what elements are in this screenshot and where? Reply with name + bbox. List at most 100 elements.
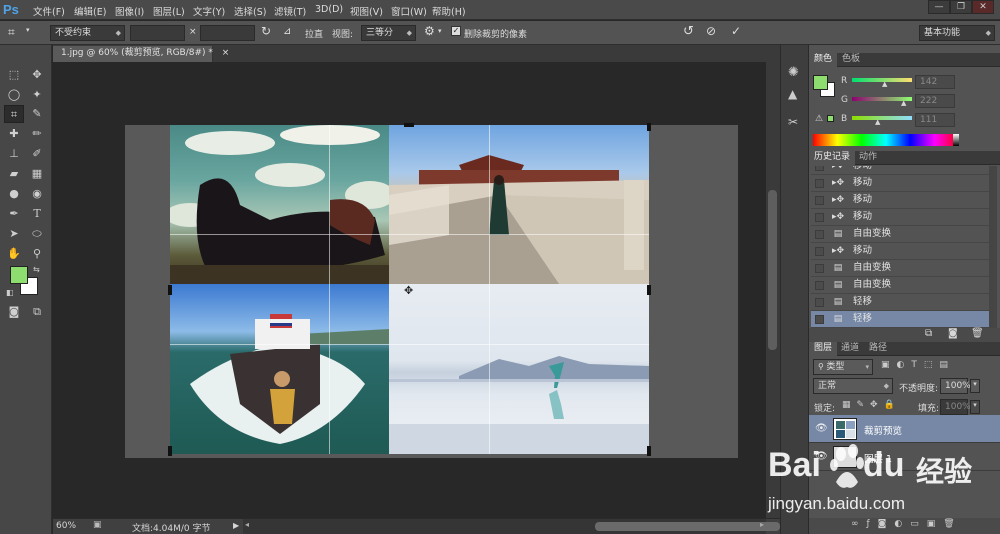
history-item[interactable]: ▤ 自由变换 <box>811 260 989 277</box>
layer-footer-icons[interactable]: ∞ƒ◙◐▭▣🗑 <box>851 519 963 529</box>
screen-mode-icon[interactable]: ⧉ <box>27 303 47 321</box>
workspace-select[interactable]: 基本功能 ◆ <box>919 25 995 41</box>
layer-row[interactable]: 👁 图层 1 <box>809 443 1000 471</box>
vertical-scroll-thumb[interactable] <box>768 190 777 350</box>
crop-handle-bottom-right[interactable] <box>647 446 651 456</box>
channel-r-thumb[interactable]: ▲ <box>882 80 887 88</box>
layer-filter-icons[interactable]: ▣◐T⬚▤ <box>881 360 955 370</box>
hand-tool-icon[interactable]: ✋ <box>4 245 24 263</box>
straighten-icon[interactable]: ⊿ <box>283 26 291 37</box>
fill-input[interactable]: 100% <box>940 399 971 415</box>
tab-color[interactable]: 颜色 <box>809 53 838 67</box>
tab-paths[interactable]: 路径 <box>864 342 892 356</box>
channel-r-input[interactable]: 142 <box>915 75 955 89</box>
foreground-color-fill[interactable] <box>10 266 28 284</box>
history-checkbox[interactable] <box>815 247 824 256</box>
menu-type[interactable]: 文字(Y) <box>193 4 225 18</box>
history-checkbox[interactable] <box>815 213 824 222</box>
channel-b-thumb[interactable]: ▲ <box>875 118 880 126</box>
history-item[interactable]: ▸✥移动 <box>811 209 989 226</box>
snapshot-icon[interactable]: ◙ <box>948 328 958 339</box>
history-checkbox[interactable] <box>815 315 824 324</box>
cancel-icon[interactable]: ⊘ <box>706 24 716 38</box>
history-checkbox[interactable] <box>815 230 824 239</box>
history-item[interactable]: ▸✥移动 <box>811 175 989 192</box>
opacity-chevron-icon[interactable]: ▾ <box>970 379 980 393</box>
navigator-icon[interactable]: ✺ <box>788 65 799 80</box>
magic-wand-icon[interactable]: ✦ <box>27 86 47 104</box>
restore-button[interactable]: ❐ <box>950 0 972 14</box>
history-item[interactable]: ▸✥移动 <box>811 192 989 209</box>
settings-chevron-icon[interactable]: ▾ <box>438 27 442 35</box>
delete-cropped-checkbox[interactable]: ✓ <box>451 26 461 36</box>
height-input[interactable] <box>200 25 255 41</box>
lock-icons[interactable]: ▦✎✥🔒 <box>842 400 901 410</box>
crop-handle-top[interactable] <box>404 123 414 127</box>
brush-tool-icon[interactable]: ✏ <box>27 125 47 143</box>
eyedropper-icon[interactable]: ✎ <box>27 105 47 123</box>
minimize-button[interactable]: — <box>928 0 950 14</box>
menu-help[interactable]: 帮助(H) <box>432 4 466 18</box>
reset-icon[interactable]: ↺ <box>683 24 694 39</box>
tab-close-icon[interactable]: × <box>222 48 230 58</box>
channel-g-thumb[interactable]: ▲ <box>901 99 906 107</box>
move-tool-icon[interactable]: ✥ <box>27 66 47 84</box>
default-colors-icon[interactable]: ◧ <box>6 288 14 297</box>
gear-icon[interactable]: ⚙ <box>424 24 435 38</box>
quick-mask-icon[interactable]: ◙ <box>4 303 24 321</box>
channel-g-input[interactable]: 222 <box>915 94 955 108</box>
menu-image[interactable]: 图像(I) <box>115 4 144 18</box>
eye-icon[interactable]: 👁 <box>815 423 828 434</box>
layer-name[interactable]: 图层 1 <box>864 451 892 465</box>
color-ramp[interactable] <box>813 134 959 146</box>
menu-edit[interactable]: 编辑(E) <box>74 4 106 18</box>
dodge-tool-icon[interactable]: ◉ <box>27 185 47 203</box>
tab-layers[interactable]: 图层 <box>809 342 838 356</box>
tab-history[interactable]: 历史记录 <box>809 151 856 165</box>
menu-select[interactable]: 选择(S) <box>234 4 266 18</box>
blur-tool-icon[interactable]: ● <box>4 185 24 203</box>
tools-icon[interactable]: ✂ <box>788 115 798 129</box>
history-item[interactable]: ▤ 轻移 <box>811 294 989 311</box>
history-checkbox[interactable] <box>815 166 824 171</box>
crop-handle-right[interactable] <box>647 285 651 295</box>
tab-actions[interactable]: 动作 <box>854 151 882 165</box>
zoom-tool-icon[interactable]: ⚲ <box>27 245 47 263</box>
crop-handle-bottom-left[interactable] <box>168 446 172 456</box>
shape-tool-icon[interactable]: ⬭ <box>27 225 47 243</box>
menu-layer[interactable]: 图层(L) <box>153 4 185 18</box>
vertical-scrollbar[interactable] <box>766 62 780 518</box>
channel-b-input[interactable]: 111 <box>915 113 955 127</box>
history-checkbox[interactable] <box>815 264 824 273</box>
history-item-selected[interactable]: ▤ 轻移 <box>811 311 989 328</box>
history-checkbox[interactable] <box>815 281 824 290</box>
horizontal-scroll-thumb[interactable] <box>595 522 780 531</box>
crop-handle-left[interactable] <box>168 285 172 295</box>
path-selection-icon[interactable]: ➤ <box>4 225 24 243</box>
marquee-tool-icon[interactable]: ⬚ <box>4 66 24 84</box>
menu-window[interactable]: 窗口(W) <box>391 4 427 18</box>
layer-kind-filter[interactable]: ⚲ 类型 ▾ <box>813 359 873 375</box>
document-tab[interactable]: 1.jpg @ 60% (裁剪预览, RGB/8#) * × <box>53 46 229 62</box>
status-icon[interactable]: ▣ <box>93 520 102 530</box>
clone-stamp-icon[interactable]: ⊥ <box>4 145 24 163</box>
overlay-select[interactable]: 三等分 ◆ <box>361 25 416 41</box>
layer-row-selected[interactable]: 👁 裁剪预览 <box>809 415 1000 443</box>
new-document-from-state-icon[interactable]: ⧉ <box>925 328 932 339</box>
pen-tool-icon[interactable]: ✒ <box>4 205 24 223</box>
trash-icon[interactable]: 🗑 <box>971 328 984 339</box>
history-item[interactable]: ▤ 自由变换 <box>811 277 989 294</box>
menu-file[interactable]: 文件(F) <box>33 4 65 18</box>
history-checkbox[interactable] <box>815 179 824 188</box>
color-panel-fg-fill[interactable] <box>813 75 828 90</box>
crop-handle-top-right[interactable] <box>647 123 651 131</box>
fill-chevron-icon[interactable]: ▾ <box>970 400 980 414</box>
gradient-icon[interactable]: ▦ <box>27 165 47 183</box>
history-item[interactable]: ▸✥移动 <box>811 243 989 260</box>
history-scrollbar[interactable] <box>989 166 997 328</box>
tab-channels[interactable]: 通道 <box>836 342 864 356</box>
web-color-icon[interactable] <box>827 115 834 122</box>
ratio-select[interactable]: 不受约束 ◆ <box>50 25 125 41</box>
scroll-left-icon[interactable]: ◂ <box>245 520 249 529</box>
healing-brush-icon[interactable]: ✚ <box>4 125 24 143</box>
